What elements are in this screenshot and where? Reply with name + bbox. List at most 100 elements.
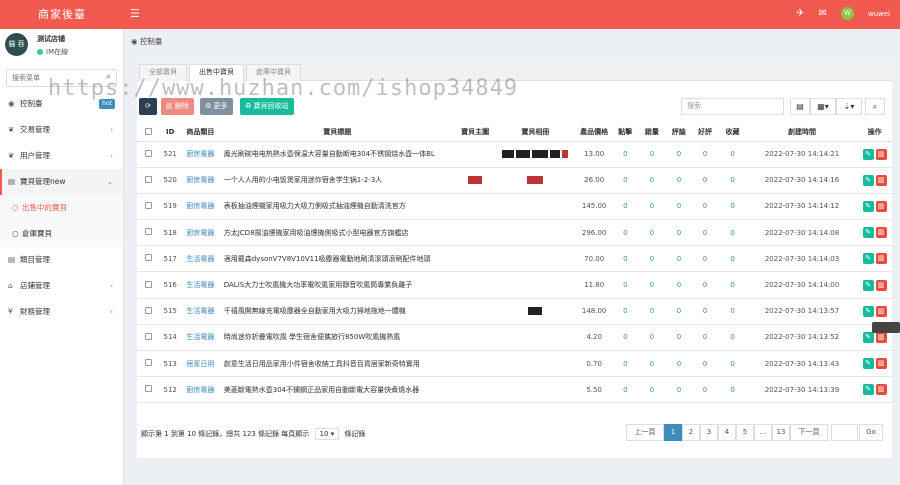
sidebar-item-products[interactable]: ▤ 寶貝管理new ⌄ xyxy=(0,169,123,195)
row-checkbox[interactable] xyxy=(137,350,160,378)
table-row[interactable]: 516 生活電器 DALIS大力士吹風機大功率電吹風家用靜音吹風筒專業負離子 1… xyxy=(137,271,892,299)
edit-icon[interactable]: ✎ xyxy=(862,305,874,317)
sidebar-item-category[interactable]: ▤ 類目管理 xyxy=(0,247,123,273)
trash-icon[interactable]: ▥ xyxy=(875,331,887,343)
trash-icon[interactable]: ▥ xyxy=(875,279,887,291)
row-checkbox[interactable] xyxy=(137,141,160,168)
row-category[interactable]: 廚房電器 xyxy=(180,167,220,194)
user-name[interactable]: wuwei xyxy=(868,10,890,18)
row-checkbox[interactable] xyxy=(137,245,160,273)
brand-logo[interactable]: 商家後臺 xyxy=(0,0,124,29)
product-thumbnail[interactable] xyxy=(532,150,549,159)
search-icon[interactable]: ⌕ xyxy=(865,98,885,115)
chat-icon[interactable]: ✉ xyxy=(818,8,826,19)
col-price[interactable]: 產品價格 xyxy=(575,124,614,142)
row-category[interactable]: 廚房電器 xyxy=(180,193,220,221)
trash-icon[interactable]: ▥ xyxy=(875,384,887,396)
edit-icon[interactable]: ✎ xyxy=(862,227,874,239)
product-thumbnail[interactable] xyxy=(550,150,561,159)
export-dropdown-icon[interactable]: ⇣▾ xyxy=(836,98,862,115)
row-category[interactable]: 廚房電器 xyxy=(180,141,220,168)
menu-toggle-icon[interactable]: ☰ xyxy=(130,7,140,20)
edit-icon[interactable]: ✎ xyxy=(862,384,874,396)
product-thumbnail[interactable] xyxy=(502,150,515,159)
breadcrumb-label[interactable]: 控制臺 xyxy=(140,37,163,46)
row-category[interactable]: 廚房電器 xyxy=(180,376,220,404)
trash-icon[interactable]: ▥ xyxy=(875,174,887,186)
product-thumbnail[interactable] xyxy=(527,176,544,185)
prev-page-button[interactable]: 上一頁 xyxy=(626,424,664,441)
edit-icon[interactable]: ✎ xyxy=(862,200,874,212)
edit-icon[interactable]: ✎ xyxy=(862,358,874,370)
table-row[interactable]: 521 廚房電器 鳳光刷碗电电热熱水壺保温大容量自動断电304不锈钢烧水壺一体B… xyxy=(137,141,892,168)
row-checkbox[interactable] xyxy=(137,167,160,194)
table-row[interactable]: 520 廚房電器 一个人人用的小电饭煲家用迷你宿舍学生锅1-2-3人 26.00… xyxy=(137,167,892,194)
table-row[interactable]: 515 生活電器 千禧風開無線充電吸塵器全自動家用大吸力掃地拖地一體機 148.… xyxy=(137,298,892,325)
floating-toolbar-handle[interactable] xyxy=(872,322,900,333)
product-thumbnail[interactable] xyxy=(516,150,531,159)
col-fav[interactable]: 收藏 xyxy=(718,124,747,142)
row-checkbox[interactable] xyxy=(137,376,160,404)
goto-page-input[interactable] xyxy=(831,424,858,441)
page-2-button[interactable]: 2 xyxy=(682,424,700,441)
sidebar-item-shop[interactable]: ⌂ 店鋪管理 ‹ xyxy=(0,273,123,299)
page-size-select[interactable]: 10 ▾ xyxy=(314,428,340,440)
trash-icon[interactable]: ▥ xyxy=(875,253,887,265)
select-all-checkbox[interactable] xyxy=(137,124,160,142)
row-checkbox[interactable] xyxy=(137,298,160,325)
row-clicks: 0 xyxy=(613,167,638,194)
sidebar-item-finance[interactable]: ¥ 財務管理 ‹ xyxy=(0,299,123,325)
product-thumbnail[interactable] xyxy=(468,176,483,185)
row-category[interactable]: 生活電器 xyxy=(180,298,220,325)
view-toggle-icon[interactable]: ▤ xyxy=(790,98,810,115)
sidebar-subitem-warehouse[interactable]: ○ 倉庫寶貝 xyxy=(0,221,123,247)
table-row[interactable]: 517 生活電器 適用戴森dysonV7V8V10V11吸塵器電動地刷清潔頭滾刷… xyxy=(137,245,892,273)
sidebar-item-trade[interactable]: ❦ 交易管理 ‹ xyxy=(0,117,123,143)
page-3-button[interactable]: 3 xyxy=(700,424,718,441)
table-row[interactable]: 513 居家日用 創意生活日用品家用小件宿舍收納工具抖音百貨居家新奇特實用 0.… xyxy=(137,350,892,378)
product-thumbnail[interactable] xyxy=(528,307,543,316)
row-category[interactable]: 生活電器 xyxy=(180,324,220,352)
table-row[interactable]: 514 生活電器 時尚迷你折疊電吹風 學生宿舍便攜旅行850W吹風機熱風 4.2… xyxy=(137,324,892,352)
row-checkbox[interactable] xyxy=(137,324,160,352)
col-clicks[interactable]: 點擊 xyxy=(613,124,638,142)
sidebar-item-users[interactable]: ❦ 用户管理 ‹ xyxy=(0,143,123,169)
edit-icon[interactable]: ✎ xyxy=(862,331,874,343)
table-row[interactable]: 518 廚房電器 方太JCD8揚油煙機家用吸油煙機側吸式小型电器官方旗艦店 29… xyxy=(137,219,892,247)
edit-icon[interactable]: ✎ xyxy=(862,148,874,160)
trash-icon[interactable]: ▥ xyxy=(875,148,887,160)
edit-icon[interactable]: ✎ xyxy=(862,279,874,291)
next-page-button[interactable]: 下一頁 xyxy=(790,424,828,441)
columns-dropdown-icon[interactable]: ▦▾ xyxy=(810,98,836,115)
go-button[interactable]: Go xyxy=(859,424,883,441)
trash-icon[interactable]: ▥ xyxy=(875,227,887,239)
col-sales[interactable]: 銷量 xyxy=(637,124,667,142)
row-category[interactable]: 生活電器 xyxy=(180,245,220,273)
trash-icon[interactable]: ▥ xyxy=(875,305,887,317)
row-category[interactable]: 廚房電器 xyxy=(180,219,220,247)
edit-icon[interactable]: ✎ xyxy=(862,253,874,265)
trash-icon[interactable]: ▥ xyxy=(875,358,887,370)
col-created[interactable]: 創建時間 xyxy=(746,124,858,142)
row-category[interactable]: 生活電器 xyxy=(180,271,220,299)
page-13-button[interactable]: 13 xyxy=(772,424,790,441)
table-row[interactable]: 519 廚房電器 表板抽油煙機家用吸力大吸力側吸式抽油煙機自動清洗官方 145.… xyxy=(137,193,892,221)
table-search-input[interactable]: 搜索 xyxy=(681,98,784,115)
user-avatar[interactable]: W xyxy=(840,7,854,20)
row-checkbox[interactable] xyxy=(137,193,160,221)
trash-icon[interactable]: ▥ xyxy=(875,200,887,212)
col-id[interactable]: ID xyxy=(159,124,181,142)
sidebar-subitem-onsale[interactable]: ○ 出售中的寶貝 xyxy=(0,195,123,221)
row-category[interactable]: 居家日用 xyxy=(180,350,220,378)
edit-icon[interactable]: ✎ xyxy=(862,174,874,186)
row-checkbox[interactable] xyxy=(137,271,160,299)
page-5-button[interactable]: 5 xyxy=(736,424,754,441)
col-good[interactable]: 好評 xyxy=(691,124,719,142)
table-row[interactable]: 512 廚房電器 美菱斷電熱水壺304不鏽鋼正品家用自動斷電大容量快煮燒水器 5… xyxy=(137,376,892,404)
page-1-button[interactable]: 1 xyxy=(664,424,682,441)
send-icon[interactable]: ✈ xyxy=(796,8,804,19)
col-comments[interactable]: 評論 xyxy=(666,124,692,142)
product-thumbnail[interactable] xyxy=(562,150,569,159)
row-checkbox[interactable] xyxy=(137,219,160,247)
page-4-button[interactable]: 4 xyxy=(718,424,736,441)
